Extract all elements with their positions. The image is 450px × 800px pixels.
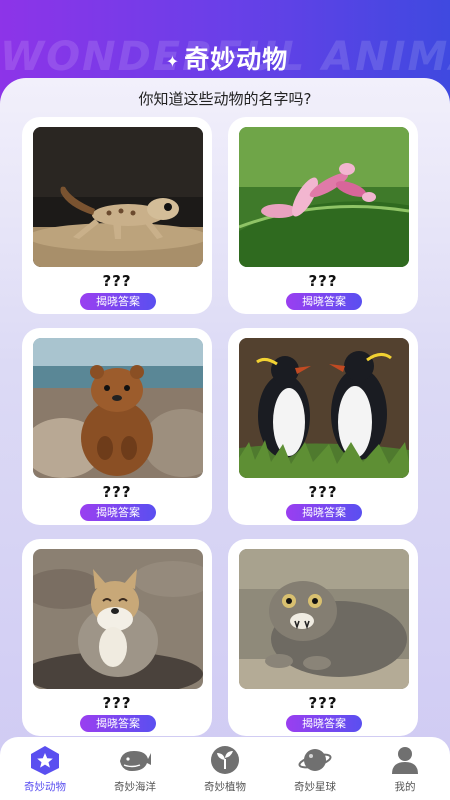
whale-icon bbox=[120, 751, 151, 771]
reveal-answer-button[interactable]: 揭晓答案 bbox=[80, 504, 156, 521]
star-badge-icon bbox=[31, 746, 59, 775]
animal-card[interactable]: ??? 揭晓答案 bbox=[228, 117, 418, 314]
tab-wonderful-plants[interactable]: 奇妙植物 bbox=[180, 737, 270, 800]
subtitle: 你知道这些动物的名字吗? bbox=[138, 90, 312, 108]
animal-photo-pallas-cat bbox=[239, 549, 409, 689]
animal-photo-gecko bbox=[33, 127, 203, 267]
card-question: ??? bbox=[102, 483, 132, 501]
page-title-text: 奇妙动物 bbox=[184, 45, 289, 74]
tab-label: 我的 bbox=[394, 781, 416, 793]
card-question: ??? bbox=[308, 483, 338, 501]
animal-photo-quokka bbox=[33, 338, 203, 478]
tab-wonderful-animals[interactable]: 奇妙动物 bbox=[0, 737, 90, 800]
sparkle-icon: ✦ bbox=[165, 51, 181, 71]
animal-card[interactable]: ??? 揭晓答案 bbox=[22, 117, 212, 314]
tab-wonderful-planets[interactable]: 奇妙星球 bbox=[270, 737, 360, 800]
tab-mine[interactable]: 我的 bbox=[360, 737, 450, 800]
animal-photo-penguins bbox=[239, 338, 409, 478]
card-question: ??? bbox=[308, 694, 338, 712]
tab-label: 奇妙星球 bbox=[294, 781, 336, 793]
user-icon bbox=[392, 747, 418, 774]
reveal-answer-button[interactable]: 揭晓答案 bbox=[286, 715, 362, 732]
animal-card[interactable]: ??? 揭晓答案 bbox=[228, 328, 418, 525]
bottom-tab-bar: 奇妙动物 奇妙海洋 奇妙植物 奇妙星球 我的 bbox=[0, 737, 450, 800]
animal-card[interactable]: ??? 揭晓答案 bbox=[228, 539, 418, 736]
reveal-answer-button[interactable]: 揭晓答案 bbox=[286, 504, 362, 521]
planet-icon bbox=[298, 749, 332, 771]
animal-photo-orchid-mantis bbox=[239, 127, 409, 267]
sprout-icon bbox=[211, 746, 239, 774]
animal-photo-tibetan-fox bbox=[33, 549, 203, 689]
animal-card[interactable]: ??? 揭晓答案 bbox=[22, 539, 212, 736]
reveal-answer-button[interactable]: 揭晓答案 bbox=[80, 715, 156, 732]
tab-label: 奇妙植物 bbox=[204, 781, 246, 793]
reveal-answer-button[interactable]: 揭晓答案 bbox=[80, 293, 156, 310]
animal-card[interactable]: ??? 揭晓答案 bbox=[22, 328, 212, 525]
card-question: ??? bbox=[308, 272, 338, 290]
tab-wonderful-ocean[interactable]: 奇妙海洋 bbox=[90, 737, 180, 800]
tab-label: 奇妙海洋 bbox=[114, 781, 156, 793]
card-question: ??? bbox=[102, 272, 132, 290]
page-title: ✦ 奇妙动物 bbox=[0, 40, 450, 76]
card-question: ??? bbox=[102, 694, 132, 712]
tab-label: 奇妙动物 bbox=[24, 781, 66, 793]
reveal-answer-button[interactable]: 揭晓答案 bbox=[286, 293, 362, 310]
